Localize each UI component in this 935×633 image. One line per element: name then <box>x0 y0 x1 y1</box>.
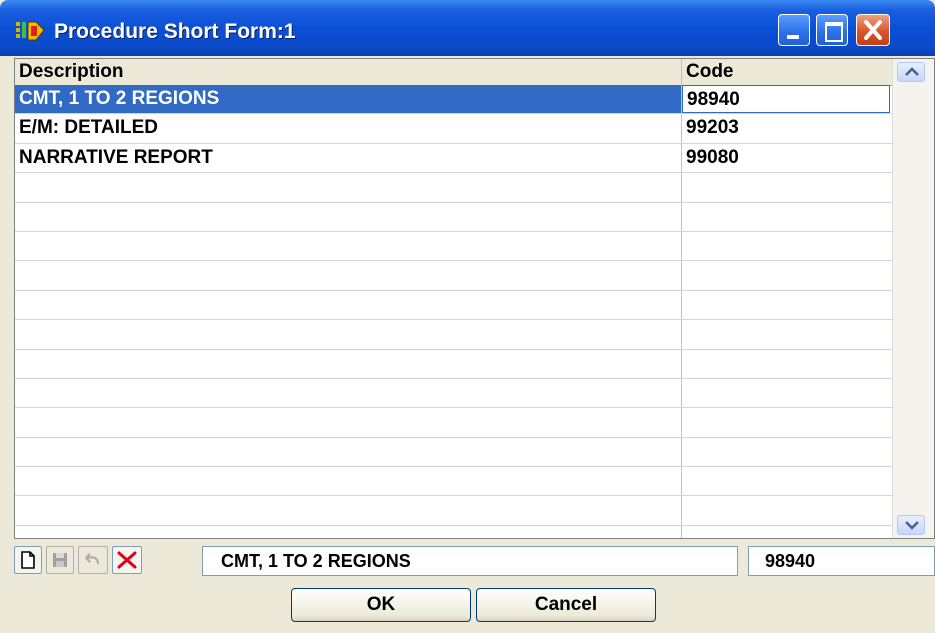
table-row[interactable]: CMT, 1 TO 2 REGIONS 98940 <box>15 85 893 115</box>
row-description[interactable] <box>15 408 682 437</box>
row-code[interactable] <box>682 408 890 436</box>
row-editor: CMT, 1 TO 2 REGIONS 98940 <box>14 544 935 580</box>
row-code[interactable] <box>682 173 890 201</box>
table-row[interactable] <box>15 378 893 409</box>
row-description[interactable] <box>15 290 682 320</box>
delete-record-button[interactable] <box>112 546 142 574</box>
grid-rows: CMT, 1 TO 2 REGIONS 98940 E/M: DETAILED 99… <box>15 85 893 538</box>
delete-icon <box>117 551 137 569</box>
row-description[interactable] <box>15 202 682 231</box>
row-code[interactable] <box>682 438 890 466</box>
app-icon <box>16 21 45 41</box>
table-row[interactable] <box>15 525 893 538</box>
cancel-button[interactable]: Cancel <box>476 588 656 622</box>
undo-button[interactable] <box>78 546 108 574</box>
table-row[interactable] <box>15 320 893 350</box>
scroll-up-button[interactable] <box>897 62 925 82</box>
row-code[interactable] <box>682 379 890 407</box>
row-description[interactable] <box>15 231 682 261</box>
row-code[interactable] <box>682 203 890 231</box>
row-description[interactable] <box>15 378 682 408</box>
close-icon <box>864 20 882 40</box>
row-code[interactable] <box>682 526 890 538</box>
new-icon <box>21 551 35 569</box>
row-code[interactable] <box>682 350 890 378</box>
table-row[interactable] <box>15 231 893 262</box>
minimize-button[interactable] <box>778 14 810 46</box>
column-header-code[interactable]: Code <box>682 59 893 85</box>
table-row[interactable] <box>15 349 893 379</box>
table-row[interactable] <box>15 437 893 468</box>
chevron-up-icon <box>905 67 919 76</box>
procedure-grid: Description Code CMT, 1 TO 2 REGIONS 9894… <box>14 58 935 539</box>
table-row[interactable] <box>15 202 893 232</box>
close-button[interactable] <box>856 14 890 46</box>
row-description[interactable] <box>15 349 682 378</box>
row-code[interactable] <box>682 291 890 319</box>
row-code[interactable]: 99203 <box>682 114 890 142</box>
row-description[interactable] <box>15 320 682 349</box>
ok-button[interactable]: OK <box>291 588 471 622</box>
row-description[interactable] <box>15 496 682 525</box>
code-field[interactable]: 98940 <box>748 546 935 576</box>
row-code[interactable] <box>682 261 890 289</box>
row-description[interactable]: E/M: DETAILED <box>15 114 682 143</box>
table-row[interactable] <box>15 290 893 321</box>
table-row[interactable] <box>15 467 893 497</box>
grid-header: Description Code <box>15 59 893 86</box>
row-code[interactable] <box>682 496 890 524</box>
maximize-icon <box>825 22 843 42</box>
title-bar[interactable]: Procedure Short Form:1 <box>0 0 935 56</box>
row-description[interactable]: CMT, 1 TO 2 REGIONS <box>15 85 682 114</box>
save-icon <box>53 553 67 567</box>
row-description[interactable] <box>15 261 682 290</box>
row-description[interactable] <box>15 525 682 538</box>
column-header-description[interactable]: Description <box>15 59 682 85</box>
vertical-scrollbar[interactable] <box>892 59 934 538</box>
row-description[interactable] <box>15 173 682 202</box>
maximize-button[interactable] <box>816 14 848 46</box>
table-row[interactable] <box>15 173 893 203</box>
row-description[interactable]: NARRATIVE REPORT <box>15 143 682 173</box>
row-code[interactable] <box>682 232 890 260</box>
scroll-down-button[interactable] <box>897 515 925 535</box>
row-code[interactable] <box>682 467 890 495</box>
table-row[interactable] <box>15 261 893 291</box>
description-field[interactable]: CMT, 1 TO 2 REGIONS <box>202 546 738 576</box>
table-row[interactable] <box>15 496 893 526</box>
minimize-icon <box>787 35 799 39</box>
row-code[interactable]: 99080 <box>682 144 890 172</box>
procedure-short-form-window: Procedure Short Form:1 Description Code … <box>0 0 935 633</box>
row-code[interactable]: 98940 <box>682 85 890 114</box>
window-title: Procedure Short Form:1 <box>54 20 296 43</box>
row-code[interactable] <box>682 320 890 348</box>
row-description[interactable] <box>15 437 682 467</box>
row-description[interactable] <box>15 467 682 496</box>
table-row[interactable]: NARRATIVE REPORT 99080 <box>15 143 893 174</box>
undo-icon <box>85 553 99 565</box>
save-record-button[interactable] <box>46 546 74 574</box>
chevron-down-icon <box>905 521 919 530</box>
table-row[interactable]: E/M: DETAILED 99203 <box>15 114 893 144</box>
table-row[interactable] <box>15 408 893 438</box>
new-record-button[interactable] <box>14 546 42 574</box>
